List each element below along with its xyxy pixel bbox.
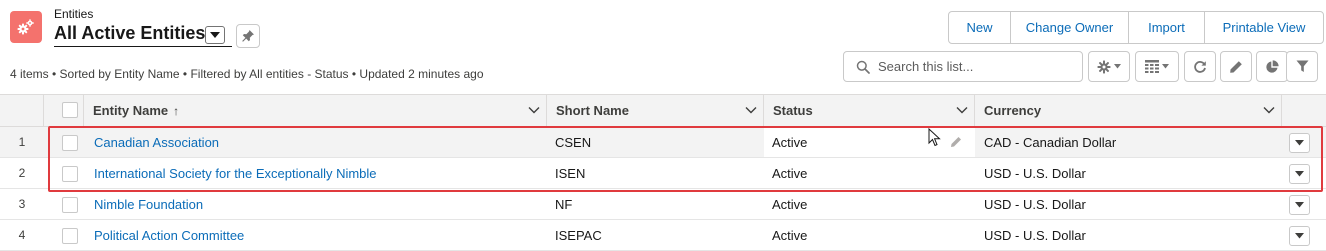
- refresh-button[interactable]: [1184, 51, 1216, 82]
- currency-cell: USD - U.S. Dollar: [984, 165, 1086, 181]
- list-view-switcher-button[interactable]: [205, 26, 225, 44]
- search-list-box: [843, 51, 1083, 82]
- row-actions-button[interactable]: [1289, 195, 1310, 215]
- sort-ascending-icon: ↑: [173, 103, 180, 118]
- select-all-header: [44, 95, 84, 126]
- table-row[interactable]: 1 Canadian Association CSEN Active CAD -…: [0, 127, 1326, 158]
- entity-name-link[interactable]: Political Action Committee: [94, 228, 244, 243]
- entity-name-cell: Political Action Committee: [94, 220, 244, 250]
- column-header-currency[interactable]: Currency: [975, 95, 1282, 126]
- column-label: Entity Name: [93, 103, 169, 118]
- row-actions-header: [1282, 95, 1326, 126]
- row-actions-button[interactable]: [1289, 226, 1310, 246]
- short-name-cell: ISEN: [555, 165, 586, 181]
- filter-icon: [1296, 60, 1308, 72]
- list-view-controls-button[interactable]: [1088, 51, 1130, 82]
- column-label: Currency: [984, 103, 1042, 118]
- printable-view-button[interactable]: Printable View: [1205, 12, 1323, 43]
- new-button[interactable]: New: [949, 12, 1011, 43]
- import-button[interactable]: Import: [1129, 12, 1205, 43]
- chevron-down-icon[interactable]: [1263, 104, 1275, 116]
- chevron-down-icon: [1295, 202, 1304, 208]
- column-label: Status: [773, 103, 813, 118]
- entity-name-link[interactable]: Nimble Foundation: [94, 197, 203, 212]
- pin-list-view-button[interactable]: [236, 24, 260, 48]
- table-row[interactable]: 4 Political Action Committee ISEPAC Acti…: [0, 220, 1326, 251]
- currency-cell: CAD - Canadian Dollar: [984, 134, 1117, 150]
- status-cell: Active: [772, 165, 808, 181]
- chevron-down-icon[interactable]: [956, 104, 968, 116]
- object-label: Entities: [54, 7, 94, 21]
- entity-name-cell: Canadian Association: [94, 127, 219, 157]
- entities-app-icon: [10, 11, 42, 43]
- chevron-down-icon: [1162, 64, 1169, 69]
- row-checkbox[interactable]: [62, 166, 78, 182]
- change-owner-button[interactable]: Change Owner: [1011, 12, 1129, 43]
- entity-name-link[interactable]: International Society for the Exceptiona…: [94, 166, 377, 181]
- table-row[interactable]: 3 Nimble Foundation NF Active USD - U.S.…: [0, 189, 1326, 220]
- currency-cell: USD - U.S. Dollar: [984, 196, 1086, 212]
- edit-status-button[interactable]: [950, 127, 962, 157]
- chevron-down-icon: [1295, 171, 1304, 177]
- table-header: Entity Name ↑ Short Name Status Currency: [0, 94, 1326, 127]
- chevron-down-icon[interactable]: [745, 104, 757, 116]
- list-view-title[interactable]: All Active Entities: [54, 23, 205, 44]
- chevron-down-icon[interactable]: [528, 104, 540, 116]
- list-info-text: 4 items • Sorted by Entity Name • Filter…: [10, 67, 484, 81]
- edit-icon: [1230, 60, 1242, 73]
- entity-name-cell: International Society for the Exceptiona…: [94, 158, 377, 188]
- gears-icon: [17, 19, 34, 35]
- table-row[interactable]: 2 International Society for the Exceptio…: [0, 158, 1326, 189]
- column-label: Short Name: [556, 103, 629, 118]
- entity-name-cell: Nimble Foundation: [94, 189, 203, 219]
- row-number: 4: [18, 228, 26, 242]
- display-as-button[interactable]: [1135, 51, 1179, 82]
- column-header-entity-name[interactable]: Entity Name ↑: [84, 95, 547, 126]
- chevron-down-icon: [210, 31, 220, 38]
- table-view-icon: [1145, 60, 1159, 73]
- select-all-checkbox[interactable]: [62, 102, 78, 118]
- refresh-icon: [1194, 60, 1206, 73]
- column-header-short-name[interactable]: Short Name: [547, 95, 764, 126]
- short-name-cell: NF: [555, 196, 573, 212]
- mouse-cursor-icon: [928, 128, 941, 147]
- column-header-status[interactable]: Status: [764, 95, 975, 126]
- pin-icon: [242, 30, 254, 42]
- row-checkbox[interactable]: [62, 135, 78, 151]
- row-number: 2: [18, 166, 26, 180]
- row-actions-button[interactable]: [1289, 133, 1310, 153]
- pencil-icon: [951, 137, 961, 147]
- row-checkbox[interactable]: [62, 197, 78, 213]
- chevron-down-icon: [1295, 140, 1304, 146]
- row-actions-button[interactable]: [1289, 164, 1310, 184]
- short-name-cell: CSEN: [555, 134, 592, 150]
- status-cell: Active: [772, 227, 808, 243]
- chart-icon: [1266, 59, 1279, 73]
- filters-button[interactable]: [1286, 51, 1318, 82]
- chevron-down-icon: [1114, 64, 1121, 69]
- settings-icon: [1097, 60, 1111, 73]
- search-icon: [856, 60, 870, 74]
- row-number: 1: [18, 135, 26, 149]
- status-cell: Active: [772, 134, 808, 150]
- list-actions-group: New Change Owner Import Printable View: [948, 11, 1324, 44]
- status-cell: Active: [772, 196, 808, 212]
- row-checkbox[interactable]: [62, 228, 78, 244]
- currency-cell: USD - U.S. Dollar: [984, 227, 1086, 243]
- inline-edit-button[interactable]: [1220, 51, 1252, 82]
- entity-name-link[interactable]: Canadian Association: [94, 135, 219, 150]
- title-underline: [54, 46, 232, 47]
- chevron-down-icon: [1295, 233, 1304, 239]
- row-number-header: [0, 95, 44, 126]
- show-charts-button[interactable]: [1256, 51, 1288, 82]
- search-input[interactable]: [878, 59, 1068, 74]
- row-number: 3: [18, 197, 26, 211]
- short-name-cell: ISEPAC: [555, 227, 602, 243]
